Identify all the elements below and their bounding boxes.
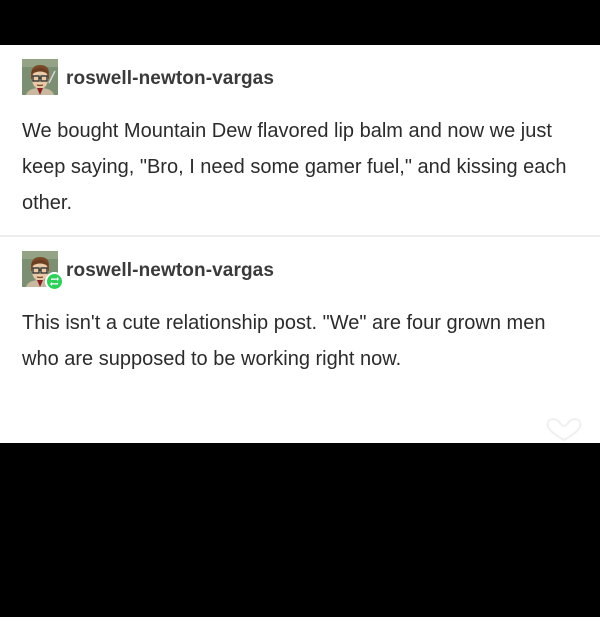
username[interactable]: roswell-newton-vargas xyxy=(66,260,274,282)
post-card: roswell-newton-vargas We bought Mountain… xyxy=(0,45,600,443)
avatar[interactable] xyxy=(22,59,58,95)
post-text: This isn't a cute relationship post. "We… xyxy=(22,312,546,370)
heart-logo-icon xyxy=(546,418,582,442)
username[interactable]: roswell-newton-vargas xyxy=(66,68,274,90)
reblog-icon xyxy=(45,272,64,291)
post-text: We bought Mountain Dew flavored lip balm… xyxy=(22,120,567,214)
post-original: roswell-newton-vargas We bought Mountain… xyxy=(0,45,600,237)
post-reblog: roswell-newton-vargas This isn't a cute … xyxy=(0,237,600,443)
